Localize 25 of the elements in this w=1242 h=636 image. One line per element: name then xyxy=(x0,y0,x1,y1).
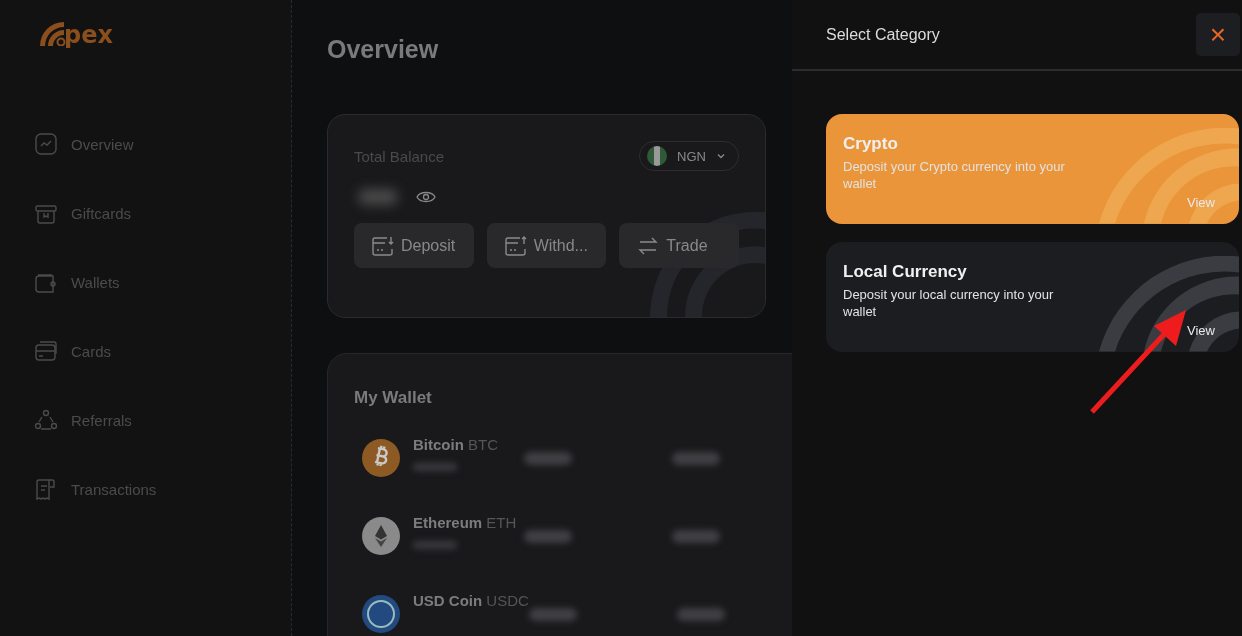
sidebar-item[interactable]: Cards xyxy=(0,339,291,363)
sidebar-item[interactable]: Wallets xyxy=(0,270,291,294)
sidebar-item[interactable]: Transactions xyxy=(0,477,291,501)
withdraw-button[interactable]: Withd... xyxy=(486,223,607,268)
category-description: Deposit your Crypto currency into your wallet xyxy=(843,158,1065,192)
logo-text: pex xyxy=(64,24,113,46)
sidebar-item[interactable]: Giftcards xyxy=(0,201,291,225)
category-card[interactable]: Local Currency Deposit your local currency into your wallet View xyxy=(826,242,1239,352)
trade-button[interactable]: Trade xyxy=(619,223,739,268)
category-title: Local Currency xyxy=(843,262,968,282)
category-description: Deposit your local currency into your wallet xyxy=(843,286,1055,320)
wallet-title: My Wallet xyxy=(354,388,433,408)
view-link[interactable]: View xyxy=(1187,323,1215,338)
page-title: Overview xyxy=(327,34,440,65)
sidebar-item[interactable]: Overview xyxy=(0,132,291,156)
category-title: Crypto xyxy=(843,134,899,154)
drawer-title: Select Category xyxy=(826,25,940,44)
sidebar-item[interactable]: Referrals xyxy=(0,408,291,432)
close-button[interactable]: × xyxy=(1196,13,1240,56)
coin-name: Bitcoin BTC xyxy=(413,436,499,453)
view-link[interactable]: View xyxy=(1187,195,1215,210)
category-card[interactable]: Crypto Deposit your Crypto currency into your wallet View xyxy=(826,114,1239,224)
coin-name: Ethereum ETH xyxy=(413,514,518,531)
deposit-button[interactable]: Deposit xyxy=(354,223,474,268)
coin-name: USD Coin USDC xyxy=(413,592,529,609)
